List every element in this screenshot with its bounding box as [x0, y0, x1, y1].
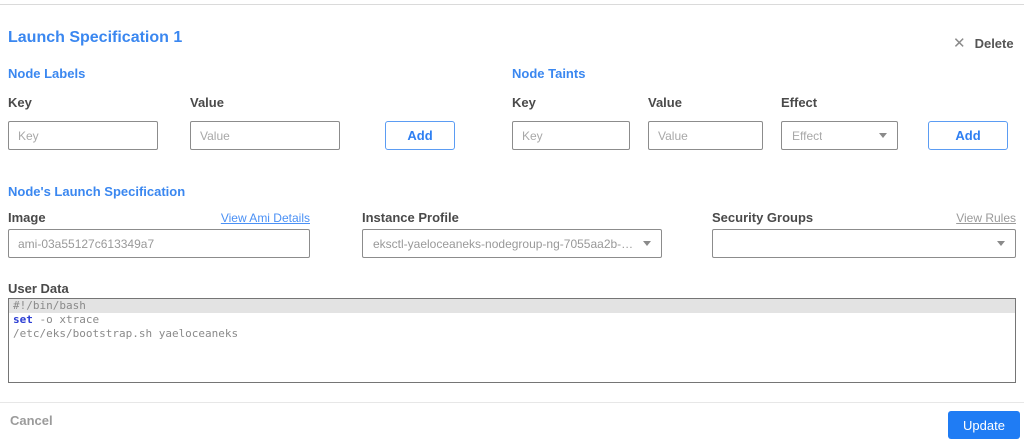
image-label-row: Image View Ami Details [8, 210, 310, 225]
code-line: /etc/eks/bootstrap.sh yaeloceaneks [13, 327, 239, 340]
view-rules-link[interactable]: View Rules [956, 211, 1016, 225]
security-groups-label: Security Groups [712, 210, 814, 225]
instance-profile-value: eksctl-yaeloceaneks-nodegroup-ng-7055aa2… [373, 236, 635, 251]
node-taints-effect-select[interactable]: Effect [781, 121, 898, 150]
node-labels-value-input[interactable] [190, 121, 340, 150]
delete-button-label: Delete [974, 36, 1014, 51]
node-taints-key-label: Key [512, 95, 536, 110]
image-input[interactable] [8, 229, 310, 258]
update-button[interactable]: Update [948, 411, 1020, 439]
node-taints-value-label: Value [648, 95, 682, 110]
cancel-button[interactable]: Cancel [10, 413, 53, 428]
node-taints-section-title: Node Taints [512, 66, 586, 81]
node-taints-effect-label: Effect [781, 95, 818, 110]
code-line: #!/bin/bash [9, 299, 1015, 313]
effect-select-placeholder: Effect [792, 128, 823, 143]
user-data-editor[interactable]: #!/bin/bash set -o xtrace /etc/eks/boots… [8, 298, 1016, 383]
instance-profile-select[interactable]: eksctl-yaeloceaneks-nodegroup-ng-7055aa2… [362, 229, 662, 258]
node-labels-key-input[interactable] [8, 121, 158, 150]
delete-button[interactable]: ✕ Delete [953, 36, 1014, 51]
chevron-down-icon [997, 241, 1005, 246]
image-label: Image [8, 210, 46, 225]
launch-specification-panel: Launch Specification 1 ✕ Delete Node Lab… [0, 0, 1024, 444]
node-taints-add-button[interactable]: Add [928, 121, 1008, 150]
node-labels-section-title: Node Labels [8, 66, 86, 81]
node-labels-add-button[interactable]: Add [385, 121, 455, 150]
security-groups-label-row: Security Groups View Rules [712, 210, 1016, 225]
node-taints-key-input[interactable] [512, 121, 630, 150]
chevron-down-icon [643, 241, 651, 246]
view-ami-details-link[interactable]: View Ami Details [221, 211, 310, 225]
code-line: set -o xtrace [9, 313, 1015, 327]
security-groups-select[interactable] [712, 229, 1016, 258]
node-labels-value-label: Value [190, 95, 224, 110]
footer-divider [0, 402, 1024, 403]
top-divider [0, 4, 1024, 5]
code-keyword: set [13, 313, 33, 326]
code-text: -o xtrace [32, 313, 100, 326]
page-title: Launch Specification 1 [8, 29, 183, 46]
user-data-label: User Data [8, 281, 69, 296]
instance-profile-label: Instance Profile [362, 210, 459, 225]
node-taints-value-input[interactable] [648, 121, 763, 150]
close-icon: ✕ [953, 35, 966, 52]
chevron-down-icon [879, 133, 887, 138]
launch-spec-section-title: Node's Launch Specification [8, 184, 186, 199]
node-labels-key-label: Key [8, 95, 32, 110]
